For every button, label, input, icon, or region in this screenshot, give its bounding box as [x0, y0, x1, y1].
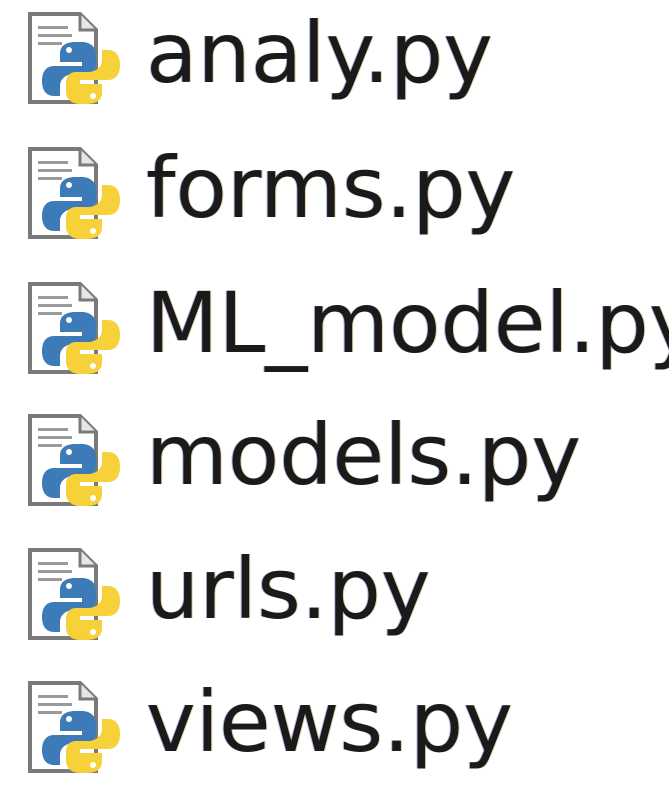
file-name: ML_model.py — [146, 274, 669, 372]
file-name: forms.py — [146, 139, 516, 237]
list-item[interactable]: ML_model.py — [0, 274, 669, 398]
python-file-icon — [24, 8, 124, 108]
file-list: analy.py forms.py ML_model.py models.py … — [0, 0, 669, 778]
file-name: views.py — [146, 673, 513, 771]
python-file-icon — [24, 278, 124, 378]
file-name: models.py — [146, 406, 582, 504]
list-item[interactable]: urls.py — [0, 540, 669, 664]
python-file-icon — [24, 677, 124, 777]
python-file-icon — [24, 410, 124, 510]
list-item[interactable]: forms.py — [0, 139, 669, 263]
python-file-icon — [24, 143, 124, 243]
list-item[interactable]: analy.py — [0, 4, 669, 128]
python-file-icon — [24, 544, 124, 644]
list-item[interactable]: models.py — [0, 406, 669, 530]
file-name: analy.py — [146, 4, 493, 102]
file-name: urls.py — [146, 540, 431, 638]
list-item[interactable]: views.py — [0, 673, 669, 797]
